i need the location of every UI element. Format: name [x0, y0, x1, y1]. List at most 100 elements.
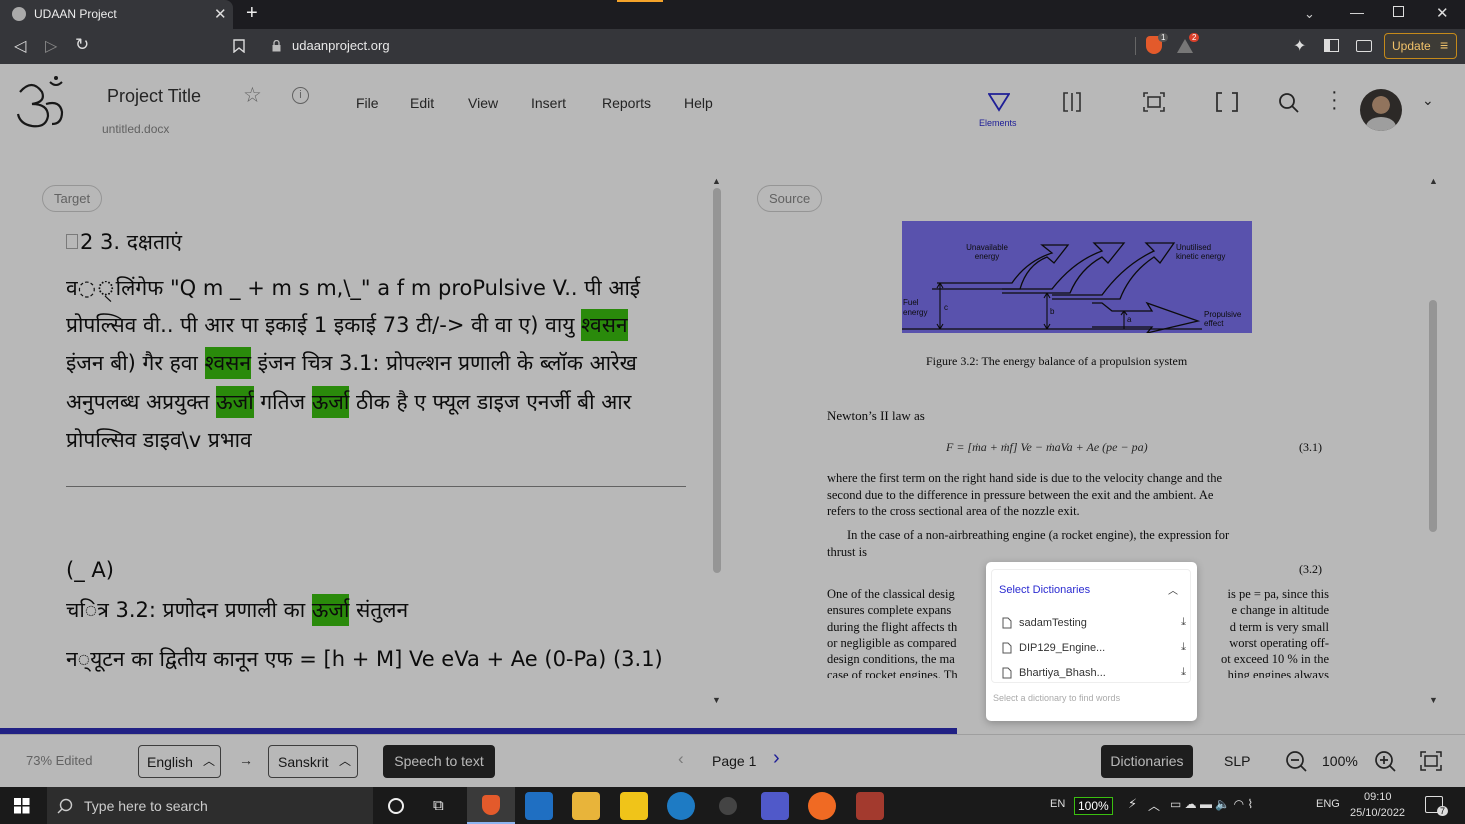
- windows-start-icon[interactable]: [14, 798, 30, 814]
- task-view-icon[interactable]: ⧉: [433, 797, 444, 814]
- menu-reports[interactable]: Reports: [602, 95, 651, 111]
- new-tab-icon[interactable]: +: [246, 2, 258, 25]
- arduino-icon[interactable]: [667, 792, 695, 820]
- scroll-up-icon[interactable]: ▲: [712, 176, 721, 186]
- file-name: untitled.docx: [102, 122, 170, 136]
- info-icon[interactable]: i: [292, 87, 309, 104]
- source-scrollbar[interactable]: [1429, 300, 1437, 532]
- target-line: प्रोपल्सिव डाइव\v प्रभाव: [66, 426, 252, 454]
- menu-file[interactable]: File: [356, 95, 379, 111]
- teams-icon[interactable]: [761, 792, 789, 820]
- source-language-select[interactable]: English ︿: [138, 745, 221, 778]
- more-vert-icon[interactable]: · · ·: [1331, 82, 1338, 118]
- clock-date[interactable]: 25/10/2022: [1350, 807, 1405, 819]
- wallet-icon[interactable]: [1356, 40, 1372, 52]
- figma-icon[interactable]: [856, 792, 884, 820]
- brave-badge: 1: [1158, 33, 1169, 42]
- compare-columns-icon[interactable]: [1063, 92, 1081, 112]
- search-icon[interactable]: [1278, 92, 1300, 114]
- avatar[interactable]: [1360, 89, 1402, 131]
- show-hidden-icon[interactable]: ︿: [1148, 797, 1160, 814]
- source-paragraph-1: where the first term on the right hand s…: [827, 470, 1327, 520]
- fit-frame-icon[interactable]: [1143, 92, 1165, 112]
- dictionary-list-title: Select Dictionaries: [999, 584, 1091, 596]
- speech-to-text-button[interactable]: Speech to text: [383, 745, 495, 778]
- minimize-icon[interactable]: —: [1350, 4, 1364, 20]
- fullscreen-brackets-icon[interactable]: [1216, 92, 1238, 112]
- url-bar[interactable]: udaanproject.org: [258, 34, 1138, 58]
- site-favicon-icon: [12, 7, 26, 21]
- menu-view[interactable]: View: [468, 95, 498, 111]
- highlighted-word[interactable]: श्वसन: [581, 308, 628, 341]
- back-icon[interactable]: ◁: [14, 36, 26, 56]
- dictionary-item[interactable]: DIP129_Engine... ⤓: [1002, 635, 1186, 660]
- next-page-icon[interactable]: ›: [773, 747, 780, 770]
- language-indicator[interactable]: EN: [1050, 798, 1065, 810]
- menu-insert[interactable]: Insert: [531, 95, 566, 111]
- slp-button[interactable]: SLP: [1224, 753, 1250, 769]
- extensions-icon[interactable]: ✦: [1293, 36, 1306, 56]
- target-line-c: न◌्यूटन का द्वितीय कानून एफ = [h + M] Ve…: [66, 647, 663, 671]
- figure-label-unutilised: Unutilised kinetic energy: [1176, 243, 1226, 261]
- maximize-icon[interactable]: [1393, 6, 1404, 17]
- equation-number-3-2: (3.2): [1299, 562, 1322, 576]
- equation-3-1: F = [ṁa + ṁf] Ve − ṁaVa + Ae (pe − pa): [946, 440, 1148, 454]
- highlighted-word[interactable]: ऊर्जा: [311, 385, 350, 418]
- outlook-icon[interactable]: [525, 792, 553, 820]
- input-language[interactable]: ENG: [1316, 798, 1340, 810]
- star-icon[interactable]: ☆: [243, 83, 262, 108]
- filter-funnel-icon: [988, 93, 1010, 112]
- target-language-select[interactable]: Sanskrit ︿: [268, 745, 358, 778]
- om-logo-icon[interactable]: [12, 74, 68, 130]
- zoom-in-icon[interactable]: [1374, 750, 1396, 772]
- download-icon[interactable]: ⤓: [1181, 641, 1186, 654]
- dictionaries-button[interactable]: Dictionaries: [1101, 745, 1193, 778]
- download-icon[interactable]: ⤓: [1181, 666, 1186, 679]
- update-button[interactable]: Update ≡: [1384, 33, 1457, 59]
- cortana-icon[interactable]: [388, 798, 404, 814]
- reload-icon[interactable]: ↻: [75, 35, 89, 55]
- file-explorer-icon[interactable]: [572, 792, 600, 820]
- firefox-icon[interactable]: [808, 792, 836, 820]
- divider: [1135, 37, 1136, 55]
- menu-edit[interactable]: Edit: [410, 95, 434, 111]
- project-title[interactable]: Project Title: [107, 86, 201, 107]
- bookmark-icon[interactable]: [233, 39, 245, 53]
- highlighted-word[interactable]: ऊर्जा: [311, 594, 350, 626]
- highlighted-word[interactable]: श्वसन: [204, 347, 252, 379]
- windows-taskbar: Type here to search ⧉ EN 100% ⚡ ︿ ▭ ☁ ▬ …: [0, 787, 1465, 824]
- dictionary-item[interactable]: sadamTesting ⤓: [1002, 610, 1186, 635]
- browser-tab[interactable]: UDAAN Project ✕: [0, 0, 233, 29]
- zoom-out-icon[interactable]: [1285, 750, 1307, 772]
- tab-search-chevron-icon[interactable]: ⌄: [1304, 6, 1315, 22]
- close-tab-icon[interactable]: ✕: [214, 5, 227, 23]
- taskbar-brave[interactable]: [467, 787, 515, 824]
- line-text: प्रोपल्सिव डाइव\v प्रभाव: [66, 428, 252, 452]
- prev-page-icon[interactable]: ‹: [678, 749, 684, 769]
- newton-text: Newton’s II law as: [827, 408, 925, 423]
- target-scrollbar[interactable]: [713, 188, 721, 573]
- download-icon[interactable]: ⤓: [1181, 616, 1186, 629]
- scroll-down-icon[interactable]: ▼: [1429, 695, 1438, 705]
- account-chevron-icon[interactable]: ⌄: [1422, 92, 1434, 109]
- taskbar-search-box[interactable]: Type here to search: [47, 787, 373, 824]
- highlighted-word[interactable]: ऊर्जा: [216, 385, 254, 418]
- expand-icon[interactable]: [1420, 751, 1442, 771]
- sticky-notes-icon[interactable]: [620, 792, 648, 820]
- tray-icons[interactable]: ▭ ☁ ▬ 🔈 ◠ ⌇: [1170, 797, 1253, 811]
- notification-count: 7: [1437, 806, 1449, 816]
- collapse-chevron-icon[interactable]: ︿: [1168, 582, 1178, 597]
- scroll-up-icon[interactable]: ▲: [1429, 176, 1438, 186]
- forward-icon[interactable]: ▷: [45, 36, 57, 56]
- scroll-down-icon[interactable]: ▼: [712, 695, 721, 705]
- zoom-level: 100%: [1322, 753, 1358, 769]
- clock-time[interactable]: 09:10: [1364, 791, 1392, 803]
- taskbar-search-placeholder: Type here to search: [84, 798, 208, 814]
- line-b-text: च◌ित्र 3.2: प्रणोदन प्रणाली का: [66, 598, 312, 622]
- sidebar-icon[interactable]: [1324, 39, 1339, 52]
- menu-help[interactable]: Help: [684, 95, 713, 111]
- elements-button[interactable]: Elements: [975, 90, 1023, 130]
- close-window-icon[interactable]: ✕: [1436, 4, 1449, 22]
- obs-icon[interactable]: [714, 792, 742, 820]
- dictionary-item[interactable]: Bhartiya_Bhash... ⤓: [1002, 660, 1186, 685]
